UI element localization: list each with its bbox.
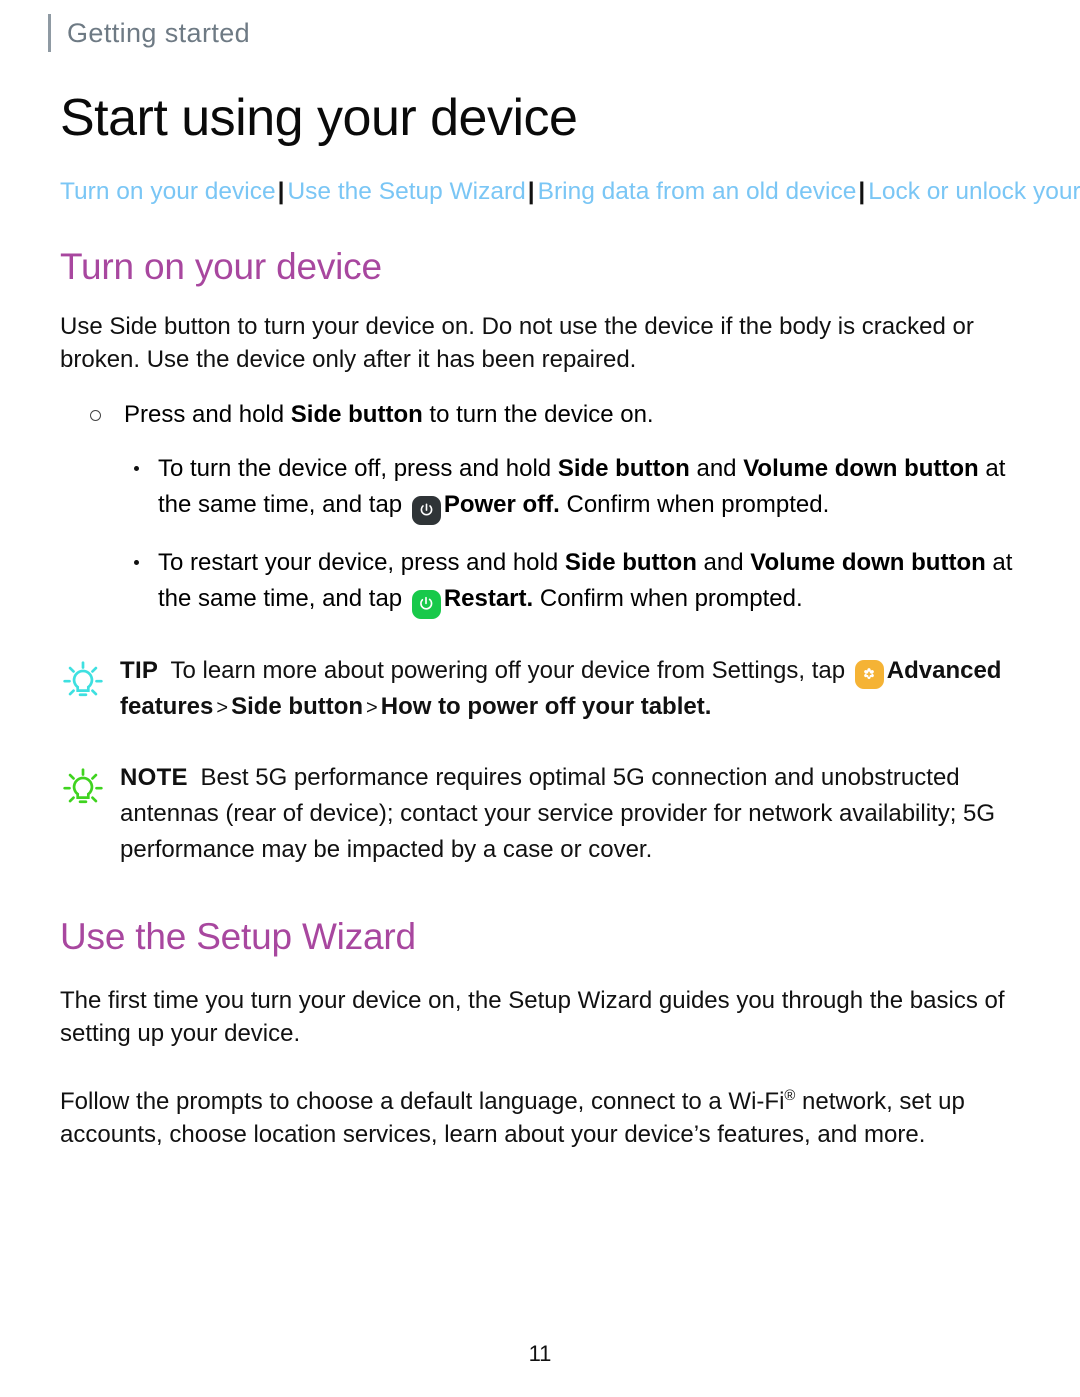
list-item: To restart your device, press and hold S… — [130, 545, 1030, 619]
tip-path-3: How to power off your tablet. — [380, 693, 712, 721]
sub-bullet-bold-1: Side button — [564, 549, 697, 577]
sub-bullet-bold-3: Power off. — [443, 491, 560, 519]
note-label: NOTE — [120, 764, 188, 792]
note-text: Best 5G performance requires optimal 5G … — [120, 764, 996, 864]
section-heading-use-the-setup-wizard: Use the Setup Wizard — [60, 916, 416, 958]
bullet-text-post: to turn the device on. — [422, 401, 654, 429]
page-title: Start using your device — [60, 89, 578, 147]
page-number: 11 — [528, 1341, 552, 1366]
link-separator: | — [527, 178, 535, 206]
sub-bullet-bold-1: Side button — [557, 455, 690, 483]
restart-icon — [411, 589, 441, 619]
sub-bullet-bold-2: Volume down button — [743, 455, 979, 483]
tip-callout: TIP To learn more about powering off you… — [58, 653, 1025, 727]
hollow-bullet-icon — [90, 410, 101, 422]
dot-bullet-icon — [134, 466, 139, 472]
link-separator: | — [858, 178, 866, 206]
list-item: Press and hold Side button to turn the d… — [90, 398, 1020, 431]
sub-bullet-text-4: Confirm when prompted. — [533, 585, 803, 613]
setup-wizard-paragraph-2: Follow the prompts to choose a default l… — [60, 1080, 1020, 1151]
note-callout: NOTE Best 5G performance requires optima… — [58, 760, 1025, 868]
setup-wizard-paragraph-1: The first time you turn your device on, … — [60, 987, 1005, 1048]
section-link[interactable]: Use the Setup Wizard — [287, 178, 525, 205]
bullet-text-pre: Press and hold — [124, 401, 291, 429]
tip-path-2: Side button — [231, 693, 364, 721]
section-link-list: Turn on your device| Use the Setup Wizard… — [60, 175, 1080, 208]
path-chevron: > — [216, 697, 229, 720]
tip-lightbulb-icon — [58, 653, 112, 727]
section-link[interactable]: Bring data from an old device — [538, 178, 857, 205]
list-item: To turn the device off, press and hold S… — [130, 451, 1030, 526]
power-icon — [411, 496, 441, 526]
sub-bullet-bold-3: Restart. — [443, 585, 534, 613]
running-head-label: Getting started — [67, 17, 251, 48]
sub-bullet-bold-2: Volume down button — [750, 549, 986, 577]
advanced-features-gear-icon — [854, 660, 884, 690]
bullet-text-bold: Side button — [290, 401, 423, 429]
note-lightbulb-icon — [58, 760, 112, 868]
sub-bullet-text-4: Confirm when prompted. — [559, 491, 830, 519]
tip-callout-body: TIP To learn more about powering off you… — [120, 653, 1025, 727]
running-head-rule — [48, 14, 51, 52]
note-callout-body: NOTE Best 5G performance requires optima… — [120, 760, 1025, 868]
setup-wizard-p2-text-1: Follow the prompts to choose a default l… — [60, 1088, 785, 1116]
tip-text: To learn more about powering off your de… — [164, 656, 852, 684]
tip-label: TIP — [120, 656, 159, 684]
sub-bullet-text-1: To restart your device, press and hold — [158, 549, 565, 577]
section-intro-paragraph: Use Side button to turn your device on. … — [60, 313, 974, 374]
sub-bullet-text-1: To turn the device off, press and hold — [158, 455, 558, 483]
section-link[interactable]: Turn on your device — [60, 178, 276, 205]
link-separator: | — [277, 178, 285, 206]
document-page: Getting started Start using your device … — [0, 0, 1080, 1397]
dot-bullet-icon — [134, 560, 139, 566]
section-link[interactable]: Lock or unlock your device — [868, 178, 1080, 205]
sub-bullet-text-2: and — [689, 455, 744, 483]
registered-trademark-symbol: ® — [784, 1088, 796, 1105]
sub-bullet-text-2: and — [696, 549, 751, 577]
running-head: Getting started — [0, 0, 1080, 52]
path-chevron: > — [366, 697, 378, 720]
section-heading-turn-on-your-device: Turn on your device — [60, 246, 382, 288]
